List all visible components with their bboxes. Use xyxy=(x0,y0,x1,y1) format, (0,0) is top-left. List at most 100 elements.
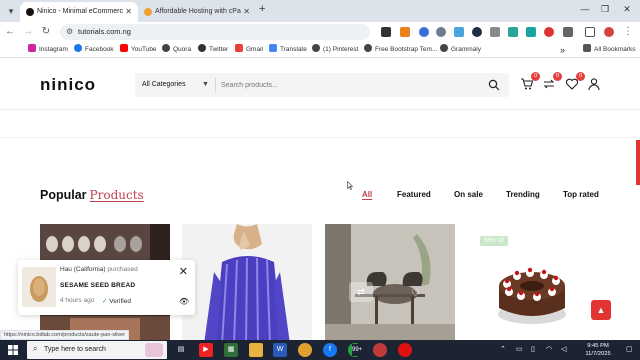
toast-verified-label: Verified xyxy=(109,298,131,305)
cart-button[interactable]: 0 xyxy=(520,72,540,91)
battery-icon[interactable]: ▯ xyxy=(531,340,535,360)
tab-search-icon[interactable]: ▾ xyxy=(4,5,18,17)
compare-button[interactable]: 0 xyxy=(542,72,562,91)
bookmark-bootstrap[interactable]: Free Bootstrap Tem... xyxy=(364,42,437,58)
scroll-to-top-button[interactable]: ▲ xyxy=(591,300,611,320)
all-bookmarks[interactable]: All Bookmarks xyxy=(583,42,636,58)
page-scrollbar-thumb[interactable] xyxy=(636,140,640,185)
reload-icon[interactable]: ↻ xyxy=(40,26,52,38)
bookmark-translate[interactable]: Translate xyxy=(269,42,307,58)
wishlist-heart-icon[interactable]: ♡ xyxy=(411,288,420,299)
facebook-icon xyxy=(74,44,82,52)
product-card-cake[interactable]: 56% off xyxy=(467,224,597,344)
volume-icon[interactable]: ◁ xyxy=(561,340,566,360)
filter-tab-featured[interactable]: Featured xyxy=(397,190,431,199)
chrome-active-icon[interactable] xyxy=(373,343,387,357)
network-icon[interactable]: ▭ xyxy=(516,340,523,360)
search-icon[interactable] xyxy=(488,79,500,91)
compare-swap-icon[interactable]: ⇄ xyxy=(349,282,373,302)
section-title-main: Popular xyxy=(40,188,87,202)
product-card-chairs[interactable]: ⇄ ♡ xyxy=(325,224,455,344)
close-tab-icon[interactable]: ✕ xyxy=(125,2,132,22)
browser-tab-bar: ▾ Ninico - Minimal eCommerce ✕ Affordabl… xyxy=(0,0,640,22)
wifi-icon[interactable]: ◠ xyxy=(546,340,552,360)
more-bookmarks-icon[interactable]: » xyxy=(560,42,565,58)
filter-tab-all[interactable]: All xyxy=(362,190,372,199)
cart-count-badge: 0 xyxy=(531,72,540,81)
discount-badge: 56% off xyxy=(480,236,508,246)
pinterest-icon xyxy=(312,44,320,52)
account-button[interactable] xyxy=(587,77,601,91)
section-title-accent: Products xyxy=(89,188,144,202)
clock-date: 11/7/2025 xyxy=(585,351,611,357)
site-logo[interactable]: ninico xyxy=(40,75,96,95)
extension-blue-icon[interactable] xyxy=(419,27,429,37)
tab-hosting[interactable]: Affordable Hosting with cPanel ✕ xyxy=(138,2,256,22)
opera-app-icon[interactable] xyxy=(398,343,412,357)
tray-chevron-icon[interactable]: ⌃ xyxy=(500,340,506,360)
taskbar-clock[interactable]: 9:45 PM 11/7/2025 xyxy=(580,342,616,358)
camera-icon[interactable] xyxy=(490,27,500,37)
profile-avatar-icon[interactable] xyxy=(604,27,614,37)
purchase-notification: Hau (California) purchased SESAME SEED B… xyxy=(18,260,195,315)
wishlist-button[interactable]: 0 xyxy=(565,72,585,91)
windows-taskbar: ⌕ Type here to search ▤ ▶ ▦ W f 99+ ⌃ ▭ … xyxy=(0,340,640,360)
omnibox[interactable]: ⚙ tutorials.com.ng xyxy=(60,24,370,40)
back-icon[interactable]: ← xyxy=(4,26,16,38)
filter-tab-top-rated[interactable]: Top rated xyxy=(563,190,599,199)
windows-start-icon[interactable] xyxy=(8,345,18,355)
extension-red-icon[interactable] xyxy=(544,27,554,37)
product-image[interactable] xyxy=(325,224,455,344)
extension-gray-icon[interactable] xyxy=(436,27,446,37)
extensions-puzzle-icon[interactable] xyxy=(563,27,573,37)
forward-icon[interactable]: → xyxy=(22,26,34,38)
close-window-icon[interactable]: ✕ xyxy=(619,4,635,15)
toast-close-icon[interactable]: ✕ xyxy=(179,265,188,278)
toast-verb: purchased xyxy=(107,266,138,273)
extension-green-icon[interactable] xyxy=(508,27,518,37)
file-explorer-icon[interactable] xyxy=(249,343,263,357)
bookmark-instagram[interactable]: Instagram xyxy=(28,42,68,58)
taskbar-search-text: Type here to search xyxy=(44,346,106,353)
category-select[interactable]: All Categories xyxy=(142,73,186,97)
product-card-shirt[interactable] xyxy=(182,224,312,344)
toast-product-name[interactable]: SESAME SEED BREAD xyxy=(60,282,135,289)
filter-tab-on-sale[interactable]: On sale xyxy=(454,190,483,199)
chrome-app-icon[interactable] xyxy=(298,343,312,357)
extension-hat-icon[interactable] xyxy=(381,27,391,37)
extension-teal-icon[interactable] xyxy=(526,27,536,37)
site-info-icon[interactable]: ⚙ xyxy=(66,27,73,36)
bookmark-youtube[interactable]: YouTube xyxy=(120,42,157,58)
extension-dark-icon[interactable] xyxy=(472,27,482,37)
youtube-app-icon[interactable]: ▶ xyxy=(199,343,213,357)
product-image[interactable] xyxy=(182,224,312,344)
bookmark-facebook[interactable]: Facebook xyxy=(74,42,114,58)
search-input[interactable] xyxy=(221,77,471,93)
calculator-app-icon[interactable]: ▦ xyxy=(224,343,238,357)
bookmark-gmail[interactable]: Gmail xyxy=(235,42,263,58)
bookmark-grammaly[interactable]: Grammaly xyxy=(440,42,481,58)
bookmark-twitter[interactable]: Twitter xyxy=(198,42,228,58)
minimize-icon[interactable]: — xyxy=(577,4,593,14)
extension-fox-icon[interactable] xyxy=(400,27,410,37)
task-view-icon[interactable]: ▤ xyxy=(174,343,188,357)
url-text[interactable]: tutorials.com.ng xyxy=(78,24,131,40)
filter-tab-trending[interactable]: Trending xyxy=(506,190,540,199)
menu-dots-icon[interactable]: ⋮ xyxy=(622,26,634,38)
chevron-down-icon[interactable]: ▼ xyxy=(202,73,209,97)
sidebar-toggle-icon[interactable] xyxy=(585,27,595,37)
bookmark-quora[interactable]: Quora xyxy=(162,42,191,58)
close-tab-icon[interactable]: ✕ xyxy=(243,2,250,22)
bookmark-pinterest[interactable]: (1) Pinterest xyxy=(312,42,358,58)
taskbar-search[interactable]: ⌕ Type here to search xyxy=(27,341,167,359)
word-app-icon[interactable]: W xyxy=(273,343,287,357)
eye-icon[interactable]: 👁 xyxy=(179,297,189,306)
tab-ninico[interactable]: Ninico - Minimal eCommerce ✕ xyxy=(20,2,138,22)
restore-icon[interactable]: ❐ xyxy=(597,4,613,15)
notifications-icon[interactable]: ▢ xyxy=(626,340,633,360)
extension-pen-icon[interactable] xyxy=(454,27,464,37)
new-tab-icon[interactable]: + xyxy=(259,3,265,15)
quora-icon xyxy=(162,44,170,52)
facebook-app-icon[interactable]: f xyxy=(323,343,337,357)
section-title: Popular Products xyxy=(40,188,144,202)
